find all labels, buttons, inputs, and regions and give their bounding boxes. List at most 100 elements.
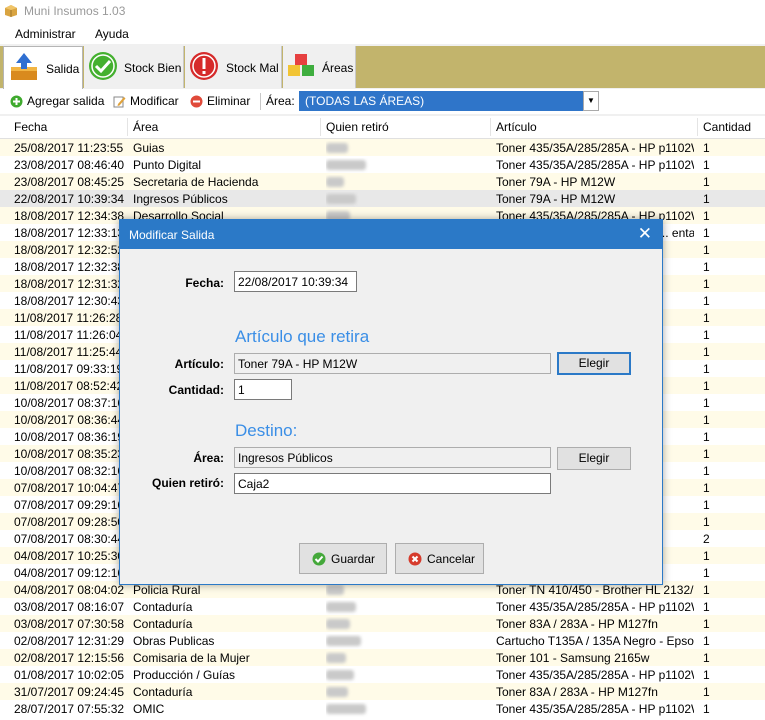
redacted-text [326,143,348,153]
chevron-down-icon[interactable]: ▼ [583,91,599,111]
articulo-field[interactable]: Toner 79A - HP M12W [234,353,551,374]
col-quien-retiro[interactable]: Quien retiró [326,120,389,134]
cell-cantidad: 1 [703,515,710,529]
modificar-label: Modificar [130,94,179,108]
tab-stock-bien[interactable]: Stock Bien [84,46,184,88]
cantidad-field[interactable]: 1 [234,379,292,400]
quien-retiro-field[interactable]: Caja2 [234,473,551,494]
add-salida-button[interactable]: Agregar salida [10,94,106,110]
table-row[interactable]: 31/07/2017 09:24:45 Contaduría Toner 83A /… [0,683,765,700]
redacted-text [326,687,348,697]
redacted-text [326,704,366,714]
tab-areas[interactable]: Áreas [283,46,356,88]
cell-cantidad: 1 [703,634,710,648]
cell-fecha: 18/08/2017 12:34:38 [14,209,125,223]
menu-bar: Administrar Ayuda [0,24,765,44]
cell-articulo: Toner 79A - HP M12W [496,192,616,206]
cancel-circle-icon [408,552,422,566]
cell-area: Contaduría [133,685,193,699]
redacted-text [326,602,356,612]
cell-cantidad: 1 [703,362,710,376]
check-circle-icon [312,552,326,566]
table-row[interactable]: 23/08/2017 08:45:25 Secretaria de Haciend… [0,173,765,190]
cell-cantidad: 1 [703,549,710,563]
cell-fecha: 11/08/2017 11:26:04 [14,328,123,342]
cell-fecha: 11/08/2017 11:26:28 [14,311,123,325]
guardar-button[interactable]: Guardar [299,543,387,574]
quien-retiro-redacted [326,583,486,598]
cell-cantidad: 1 [703,243,710,257]
quien-retiro-redacted [326,668,486,683]
table-row[interactable]: 22/08/2017 10:39:34 Ingresos Públicos Tone… [0,190,765,207]
cell-fecha: 25/08/2017 11:23:55 [14,141,124,155]
cell-fecha: 22/08/2017 10:39:34 [14,192,125,206]
fecha-field[interactable]: 22/08/2017 10:39:34 [234,271,357,292]
area-filter-label: Área: [266,94,295,108]
table-row[interactable]: 03/08/2017 08:16:07 Contaduría Toner 435/3… [0,598,765,615]
quien-retiro-redacted [326,651,486,666]
cell-fecha: 10/08/2017 08:35:23 [14,447,125,461]
area-filter-select[interactable]: (TODAS LAS ÁREAS) ▼ [299,91,599,111]
menu-ayuda[interactable]: Ayuda [95,27,129,41]
toolbar-separator [260,93,261,110]
elegir-articulo-button[interactable]: Elegir [557,352,631,375]
cell-fecha: 10/08/2017 08:36:19 [14,430,125,444]
col-fecha[interactable]: Fecha [14,120,47,134]
col-articulo[interactable]: Artículo [496,120,537,134]
box-upload-icon [11,53,37,80]
table-row[interactable]: 01/08/2017 10:02:05 Producción / Guías Ton… [0,666,765,683]
cell-fecha: 28/07/2017 07:55:32 [14,702,125,716]
cell-fecha: 07/08/2017 09:28:50 [14,515,125,529]
table-row[interactable]: 02/08/2017 12:15:56 Comisaria de la Mujer… [0,649,765,666]
close-icon[interactable]: ✕ [638,224,652,244]
cell-fecha: 11/08/2017 11:25:44 [14,345,123,359]
column-divider [490,118,491,136]
plus-circle-icon [10,95,23,108]
quien-retiro-redacted [326,702,486,717]
dialog-title-bar: Modificar Salida ✕ [120,220,662,249]
quien-retiro-redacted [326,158,486,173]
modificar-button[interactable]: Modificar [113,94,185,110]
redacted-text [326,585,344,595]
cell-fecha: 07/08/2017 10:04:47 [14,481,125,495]
cell-cantidad: 1 [703,328,710,342]
cell-area: OMIC [133,702,165,716]
quien-retiro-redacted [326,685,486,700]
cell-cantidad: 2 [703,532,710,546]
cell-cantidad: 1 [703,311,710,325]
col-area[interactable]: Área [133,120,158,134]
cell-fecha: 02/08/2017 12:15:56 [14,651,125,665]
tab-salida[interactable]: Salida [3,46,83,89]
table-row[interactable]: 02/08/2017 12:31:29 Obras Publicas Cartuch… [0,632,765,649]
destino-area-field[interactable]: Ingresos Públicos [234,447,551,468]
cubes-icon [288,54,314,76]
table-row[interactable]: 28/07/2017 07:55:32 OMIC Toner 435/35A/285… [0,700,765,717]
cell-cantidad: 1 [703,396,710,410]
cell-area: Policia Rural [133,583,201,597]
col-cantidad[interactable]: Cantidad [703,120,751,134]
cell-cantidad: 1 [703,447,710,461]
column-divider [127,118,128,136]
cell-cantidad: 1 [703,277,710,291]
cell-cantidad: 1 [703,702,710,716]
menu-administrar[interactable]: Administrar [15,27,76,41]
cell-area: Obras Publicas [133,634,215,648]
table-row[interactable]: 25/08/2017 11:23:55 Guias Toner 435/35A/28… [0,139,765,156]
cell-area: Punto Digital [133,158,202,172]
quien-retiro-redacted [326,175,486,190]
cell-area: Secretaria de Hacienda [133,175,259,189]
redacted-text [326,670,354,680]
cell-fecha: 18/08/2017 12:30:43 [14,294,125,308]
cell-cantidad: 1 [703,481,710,495]
tab-stock-mal[interactable]: Stock Mal [185,46,282,88]
elegir-area-button[interactable]: Elegir [557,447,631,470]
column-divider [697,118,698,136]
cell-area: Ingresos Públicos [133,192,228,206]
cancelar-button[interactable]: Cancelar [395,543,484,574]
table-row[interactable]: 03/08/2017 07:30:58 Contaduría Toner 83A /… [0,615,765,632]
table-row[interactable]: 23/08/2017 08:46:40 Punto Digital Toner 43… [0,156,765,173]
cell-fecha: 18/08/2017 12:32:52 [14,243,125,257]
cell-cantidad: 1 [703,141,710,155]
cancelar-label: Cancelar [427,552,476,566]
eliminar-button[interactable]: Eliminar [190,94,256,110]
